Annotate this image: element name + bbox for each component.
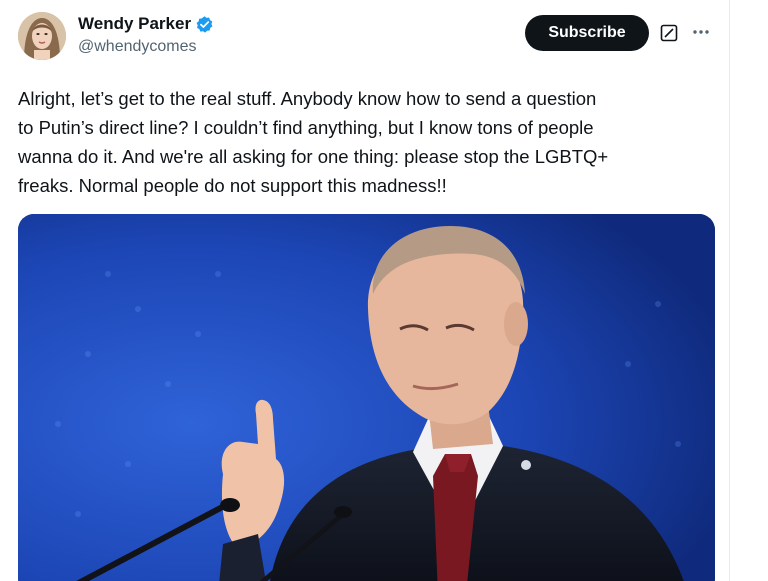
tweet-text: Alright, let’s get to the real stuff. An…	[18, 88, 609, 196]
page-edge	[729, 0, 768, 581]
verified-badge-icon[interactable]	[195, 15, 214, 34]
author-info: Wendy Parker @whendycomes	[78, 14, 214, 56]
avatar[interactable]	[18, 12, 66, 60]
more-icon[interactable]	[691, 22, 711, 42]
author-handle[interactable]: @whendycomes	[78, 38, 214, 56]
avatar-image	[18, 12, 66, 60]
media-photo	[18, 214, 715, 581]
tweet-frame: Wendy Parker @whendycomes Subscribe Alri…	[0, 0, 768, 581]
display-name[interactable]: Wendy Parker	[78, 14, 191, 34]
display-name-row[interactable]: Wendy Parker	[78, 14, 214, 34]
tweet-header: Wendy Parker @whendycomes Subscribe	[18, 12, 718, 68]
subscribe-button[interactable]: Subscribe	[525, 15, 649, 51]
grok-icon[interactable]	[660, 24, 678, 42]
tweet-media[interactable]	[18, 214, 715, 581]
